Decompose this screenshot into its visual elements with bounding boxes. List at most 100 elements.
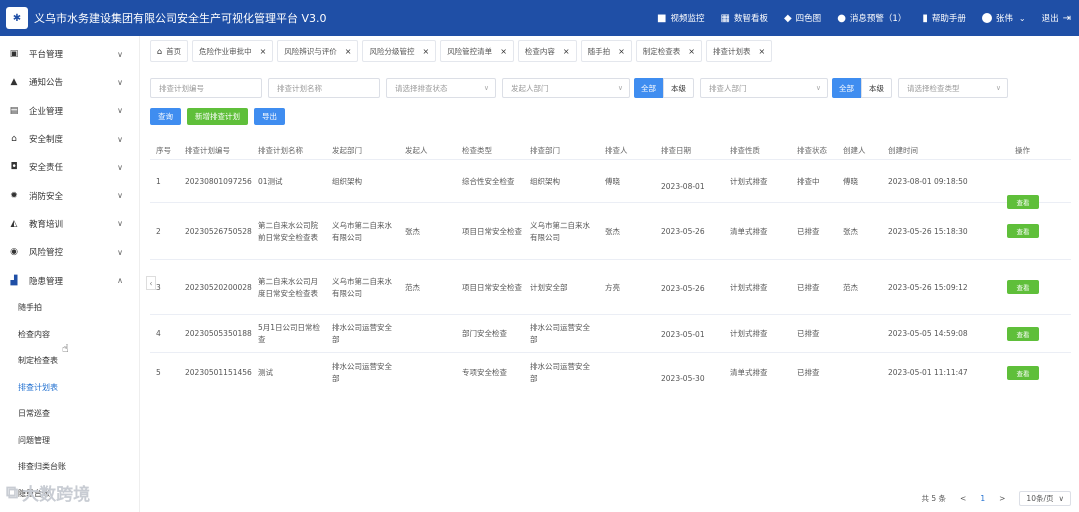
- view-button[interactable]: 查看: [1007, 327, 1039, 341]
- plan-no-input[interactable]: 排查计划编号: [150, 78, 262, 98]
- cell-plan-name: 5月1日公司日常检查: [258, 323, 321, 344]
- initiator-dept-select[interactable]: 发起人部门 ∨: [502, 78, 630, 98]
- sidebar-item-fire-safety[interactable]: ✹ 消防安全 ∨: [0, 181, 139, 209]
- tab-plan-list[interactable]: 排查计划表 ×: [706, 40, 773, 62]
- dashboard-link[interactable]: ▦ 数智看板: [721, 12, 768, 25]
- cell-idx: 1: [156, 176, 161, 186]
- cell-status: 已排查: [797, 226, 820, 236]
- alert-messages-link[interactable]: ● 消息预警（1）: [837, 12, 906, 25]
- sidebar-sub-check-content[interactable]: 检查内容: [0, 321, 139, 348]
- checker-scope-toggle: 全部 本级: [832, 78, 892, 98]
- add-plan-button[interactable]: 新增排查计划: [187, 108, 248, 125]
- tab-check-content[interactable]: 检查内容 ×: [517, 40, 577, 62]
- plan-name-input[interactable]: 排查计划名称: [268, 78, 380, 98]
- checker-scope-all-button[interactable]: 全部: [832, 78, 861, 98]
- cell-created: 2023-08-01 09:18:50: [888, 176, 968, 186]
- cell-creator: 傅晓: [843, 176, 858, 186]
- video-monitor-link[interactable]: ■ 视频监控: [657, 12, 704, 25]
- cell-idx: 2: [156, 226, 161, 236]
- page-1-button[interactable]: 1: [980, 494, 985, 503]
- initiator-scope-toggle: 全部 本级: [634, 78, 694, 98]
- cell-plan-name: 01测试: [258, 176, 283, 186]
- cell-plan-no: 20230801097256: [185, 176, 252, 186]
- close-icon[interactable]: ×: [500, 47, 507, 56]
- close-icon[interactable]: ×: [260, 47, 267, 56]
- sidebar-item-safety-system[interactable]: ⌂ 安全制度 ∨: [0, 125, 139, 153]
- cell-created: 2023-05-26 15:18:30: [888, 226, 968, 236]
- cell-date: 2023-05-01: [661, 330, 705, 339]
- tab-snapshot[interactable]: 随手拍 ×: [580, 40, 632, 62]
- sidebar-sub-daily-inspection[interactable]: 日常巡查: [0, 401, 139, 428]
- sidebar-item-training[interactable]: ◭ 教育培训 ∨: [0, 210, 139, 238]
- close-icon[interactable]: ×: [688, 47, 695, 56]
- tab-make-checklist[interactable]: 制定检查表 ×: [635, 40, 702, 62]
- scope-level-button[interactable]: 本级: [663, 78, 694, 98]
- cell-plan-name: 第二自来水公司院前日常安全检查表: [258, 220, 318, 242]
- sidebar-item-hazard[interactable]: ▟ 隐患管理 ∧: [0, 266, 139, 294]
- cell-status: 已排查: [797, 329, 820, 338]
- scope-all-button[interactable]: 全部: [634, 78, 663, 98]
- tab-risk-list[interactable]: 风险管控清单 ×: [440, 40, 514, 62]
- sidebar-sub-make-checklist[interactable]: 制定检查表: [0, 348, 139, 375]
- page-size-select[interactable]: 10条/页 ∨: [1019, 490, 1071, 506]
- col-op: 操作: [1015, 145, 1030, 155]
- view-button[interactable]: 查看: [1007, 366, 1039, 380]
- pagination: 共 5 条 < 1 > 10条/页 ∨: [921, 490, 1071, 506]
- tab-risk-identify[interactable]: 风险辨识与评价 ×: [277, 40, 359, 62]
- sidebar-item-safety-duty[interactable]: ◘ 安全责任 ∨: [0, 153, 139, 181]
- cell-idx: 3: [156, 282, 161, 292]
- cell-initiator: 张杰: [405, 226, 420, 236]
- header-menu: ■ 视频监控 ▦ 数智看板 ◆ 四色图 ● 消息预警（1） ▮ 帮助手册 张伟 ⌄ 退出 ⇥: [641, 0, 1071, 36]
- col-checker: 排查人: [605, 145, 628, 155]
- sidebar-sub-snapshot[interactable]: 随手拍: [0, 295, 139, 322]
- col-plan-no: 排查计划编号: [185, 145, 230, 155]
- view-button[interactable]: 查看: [1007, 280, 1039, 294]
- cell-checker: 张杰: [605, 226, 620, 236]
- check-type-select[interactable]: 请选择检查类型 ∨: [898, 78, 1008, 98]
- cell-check-type: 综合性安全检查: [462, 176, 515, 186]
- cell-check-type: 专项安全检查: [462, 368, 507, 377]
- checker-scope-level-button[interactable]: 本级: [861, 78, 892, 98]
- filter-bar: 排查计划编号 排查计划名称 请选择排查状态 ∨ 发起人部门 ∨ 全部 本级 排查人部…: [150, 78, 1008, 98]
- sidebar-sub-plan-list[interactable]: 排查计划表: [0, 374, 139, 401]
- cell-idx: 4: [156, 329, 161, 338]
- cell-date: 2023-08-01: [661, 182, 705, 191]
- sidebar-item-notice[interactable]: ▲ 通知公告 ∨: [0, 68, 139, 96]
- sidebar-item-platform[interactable]: ▣ 平台管理 ∨: [0, 40, 139, 68]
- cell-dept: 排水公司运营安全部: [332, 323, 392, 344]
- close-icon[interactable]: ×: [759, 47, 766, 56]
- next-page-button[interactable]: >: [999, 494, 1005, 503]
- sidebar-item-enterprise[interactable]: ▤ 企业管理 ∨: [0, 97, 139, 125]
- cell-check-type: 项目日常安全检查: [462, 282, 522, 292]
- four-color-map-link[interactable]: ◆ 四色图: [784, 12, 821, 25]
- help-manual-link[interactable]: ▮ 帮助手册: [922, 12, 966, 25]
- plan-status-select[interactable]: 请选择排查状态 ∨: [386, 78, 496, 98]
- prev-page-button[interactable]: <: [960, 494, 966, 503]
- sidebar-collapse-handle[interactable]: ‹: [146, 276, 156, 290]
- tab-danger-work[interactable]: 危险作业审批中 ×: [192, 40, 274, 62]
- cell-date: 2023-05-26: [661, 284, 705, 293]
- logout-button[interactable]: 退出 ⇥: [1042, 12, 1071, 25]
- cell-plan-no: 20230505350188: [185, 329, 252, 338]
- query-button[interactable]: 查询: [150, 108, 181, 125]
- close-icon[interactable]: ×: [422, 47, 429, 56]
- close-icon[interactable]: ×: [345, 47, 352, 56]
- tab-home[interactable]: ⌂ 首页: [150, 40, 189, 62]
- cell-date: 2023-05-30: [661, 374, 705, 383]
- tab-risk-grading[interactable]: 风险分级管控 ×: [362, 40, 437, 62]
- sidebar-item-risk-control[interactable]: ◉ 风险管控 ∨: [0, 238, 139, 266]
- view-button[interactable]: 查看: [1007, 224, 1039, 238]
- cell-check-dept: 组织架构: [530, 176, 560, 186]
- sidebar-sub-classification-ledger[interactable]: 排查归类台账: [0, 454, 139, 481]
- plan-table: 序号 排查计划编号 排查计划名称 发起部门 发起人 检查类型 排查部门 排查人 …: [150, 140, 1071, 393]
- sidebar-sub-issue-management[interactable]: 问题管理: [0, 427, 139, 454]
- checker-dept-select[interactable]: 排查人部门 ∨: [700, 78, 828, 98]
- export-button[interactable]: 导出: [254, 108, 285, 125]
- chevron-down-icon: ∨: [117, 162, 123, 172]
- hand-cursor-icon: ☝: [62, 342, 69, 355]
- user-menu[interactable]: 张伟 ⌄: [981, 12, 1026, 24]
- close-icon[interactable]: ×: [618, 47, 625, 56]
- close-icon[interactable]: ×: [563, 47, 570, 56]
- video-icon: ■: [657, 12, 667, 24]
- total-count: 共 5 条: [921, 493, 947, 503]
